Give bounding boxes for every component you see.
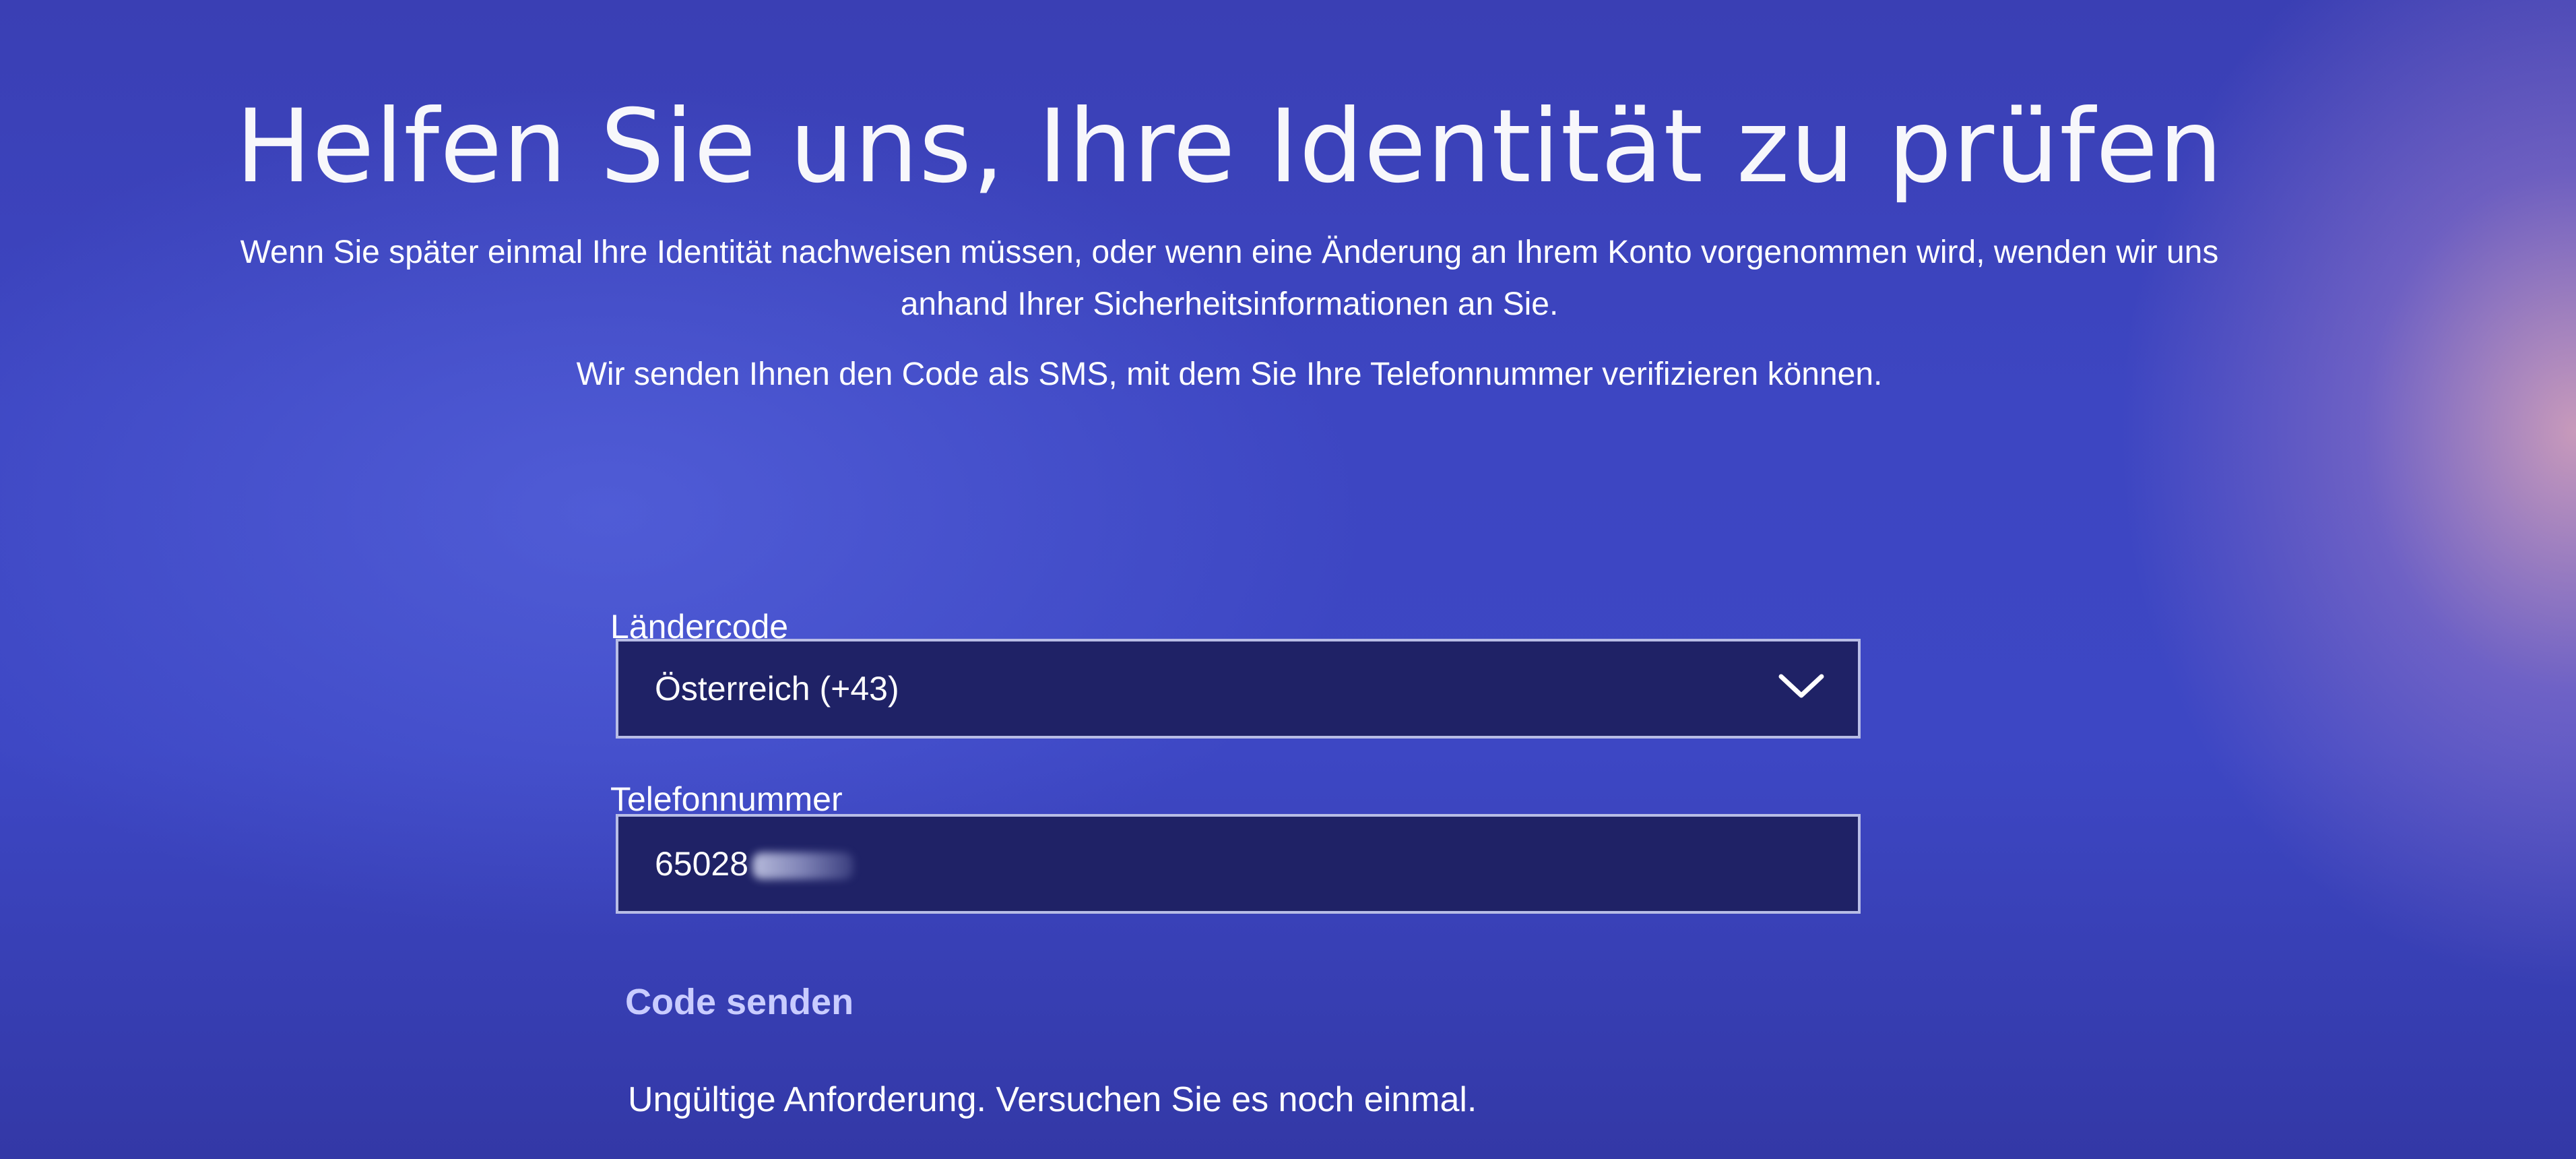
description-line-1: Wenn Sie später einmal Ihre Identität na… [240, 234, 2219, 270]
identity-verification-page: Helfen Sie uns, Ihre Identität zu prüfen… [0, 0, 2576, 1159]
country-code-select[interactable]: Österreich (+43) [616, 639, 1861, 739]
chevron-down-icon [1778, 674, 1824, 698]
phone-number-value: 65028 [655, 844, 854, 883]
redacted-digits [752, 852, 854, 879]
sms-info-text: Wir senden Ihnen den Code als SMS, mit d… [576, 356, 1883, 392]
phone-number-label: Telefonnummer [610, 780, 843, 818]
description-line-2: anhand Ihrer Sicherheitsinformationen an… [900, 286, 1559, 322]
page-title: Helfen Sie uns, Ihre Identität zu prüfen [235, 88, 2224, 206]
country-code-selected-value: Österreich (+43) [655, 670, 899, 708]
phone-number-input[interactable]: 65028 [616, 814, 1861, 914]
error-message: Ungültige Anforderung. Versuchen Sie es … [628, 1080, 1477, 1119]
phone-number-visible-digits: 65028 [655, 845, 749, 883]
send-code-link[interactable]: Code senden [625, 980, 854, 1024]
